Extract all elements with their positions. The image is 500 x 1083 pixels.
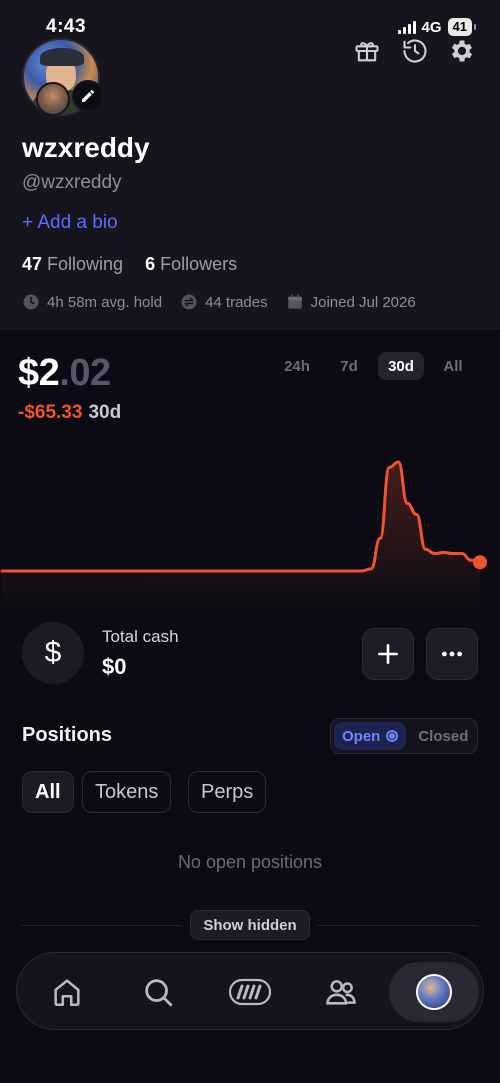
avg-hold-item: 4h 58m avg. hold — [22, 293, 162, 311]
range-tab-24h[interactable]: 24h — [274, 352, 320, 380]
divider-left — [22, 925, 182, 926]
balance-chart[interactable] — [0, 420, 500, 610]
add-cash-button[interactable] — [362, 628, 414, 680]
range-tab-7d[interactable]: 7d — [326, 352, 372, 380]
status-indicators: 4G 41 — [397, 18, 477, 36]
people-icon — [326, 980, 356, 1005]
positions-toggle: Open Closed — [330, 718, 478, 754]
tab-profile[interactable] — [389, 962, 479, 1022]
trade-icon — [228, 978, 272, 1006]
empty-positions-text: No open positions — [177, 852, 323, 872]
profile-meta: 4h 58m avg. hold 44 trades Joined Jul 20… — [22, 293, 416, 311]
username: wzxreddy — [22, 132, 150, 163]
search-icon — [145, 979, 173, 1007]
pencil-icon — [82, 89, 94, 102]
status-time: 4:43 — [46, 16, 87, 37]
tab-trade[interactable] — [220, 962, 280, 1022]
follow-stats: 47 Following 6 Followers — [22, 254, 237, 275]
radio-dot-icon — [386, 730, 399, 742]
plus-icon — [378, 644, 398, 664]
positions-title: Positions — [22, 724, 113, 746]
clock-icon — [23, 294, 39, 310]
gift-icon[interactable] — [352, 36, 382, 66]
add-bio-link[interactable]: + Add a bio — [22, 212, 118, 234]
toggle-open[interactable]: Open — [334, 722, 407, 750]
dollar-icon: $ — [22, 622, 84, 684]
total-cash-label: Total cash — [102, 627, 179, 646]
range-tabs: 24h 7d 30d All — [274, 352, 476, 380]
tab-people[interactable] — [311, 962, 371, 1022]
joined-item: Joined Jul 2026 — [286, 293, 416, 311]
toggle-closed[interactable]: Closed — [410, 722, 476, 750]
battery-icon: 41 — [447, 18, 477, 36]
balance-cents: .02 — [59, 352, 111, 394]
calendar-icon — [287, 294, 302, 309]
filter-all[interactable]: All — [22, 771, 74, 813]
user-handle: @wzxreddy — [22, 172, 122, 193]
following-stat[interactable]: 47 Following — [22, 254, 123, 275]
tab-home[interactable] — [37, 962, 97, 1022]
filter-tokens[interactable]: Tokens — [82, 771, 172, 813]
network-label: 4G — [421, 18, 442, 36]
edit-avatar-button[interactable] — [72, 80, 104, 112]
show-hidden-button[interactable]: Show hidden — [190, 910, 310, 940]
gear-icon[interactable] — [447, 36, 477, 66]
followers-stat[interactable]: 6 Followers — [145, 254, 237, 275]
range-tab-30d[interactable]: 30d — [378, 352, 424, 380]
profile-avatar — [416, 974, 452, 1010]
balance-dollars: $2 — [18, 352, 60, 394]
history-icon[interactable] — [400, 36, 430, 66]
tab-search[interactable] — [128, 962, 188, 1022]
total-cash-value: $0 — [102, 654, 127, 679]
ellipsis-icon — [442, 651, 462, 657]
portfolio-balance: $2.02 — [18, 352, 111, 395]
swap-icon — [181, 294, 197, 310]
secondary-avatar — [36, 82, 70, 116]
divider-right — [318, 925, 478, 926]
range-tab-all[interactable]: All — [430, 352, 476, 380]
home-icon — [54, 979, 80, 1007]
trades-item: 44 trades — [180, 293, 268, 311]
filter-perps[interactable]: Perps — [188, 771, 267, 813]
chart-end-point — [473, 555, 487, 570]
signal-icon — [397, 20, 416, 34]
more-options-button[interactable] — [426, 628, 478, 680]
